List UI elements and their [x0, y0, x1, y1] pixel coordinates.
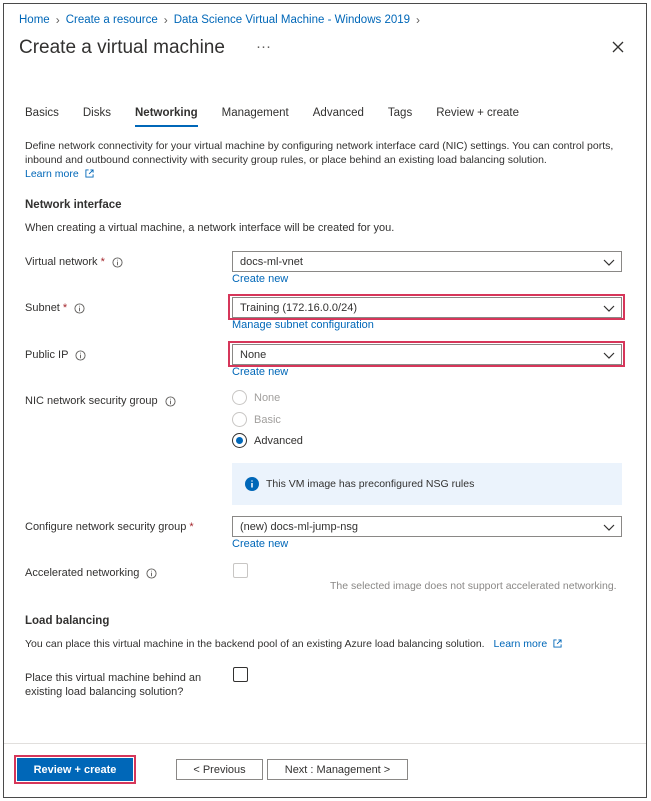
- external-link-icon: [553, 639, 562, 648]
- subnet-select[interactable]: Training (172.16.0.0/24): [232, 297, 622, 318]
- place-behind-lb-checkbox[interactable]: [233, 667, 248, 682]
- learn-more-link[interactable]: Learn more: [25, 168, 79, 180]
- tab-tags[interactable]: Tags: [388, 107, 412, 127]
- radio-button: [232, 412, 247, 427]
- close-icon[interactable]: [610, 39, 626, 55]
- tab-basics[interactable]: Basics: [25, 107, 59, 127]
- info-filled-icon: [245, 477, 259, 491]
- accelerated-networking-checkbox[interactable]: [233, 563, 248, 578]
- nsg-radio-advanced-label: Advanced: [254, 434, 303, 447]
- configure-nsg-label: Configure network security group *: [25, 521, 194, 533]
- radio-button: [232, 390, 247, 405]
- public-ip-label-text: Public IP: [25, 349, 69, 361]
- info-icon[interactable]: [74, 302, 85, 314]
- tab-networking[interactable]: Networking: [135, 107, 198, 127]
- public-ip-label: Public IP: [25, 349, 86, 361]
- required-marker: *: [62, 302, 68, 314]
- breadcrumb-home[interactable]: Home: [19, 14, 50, 26]
- breadcrumb: Home › Create a resource › Data Science …: [19, 13, 426, 27]
- accelerated-networking-note: The selected image does not support acce…: [330, 580, 617, 592]
- review-create-button[interactable]: Review + create: [17, 758, 133, 781]
- load-balancing-heading: Load balancing: [25, 615, 110, 627]
- load-balancing-intro-text: You can place this virtual machine in th…: [25, 638, 485, 650]
- breadcrumb-create-resource[interactable]: Create a resource: [66, 14, 158, 26]
- virtual-network-select[interactable]: docs-ml-vnet: [232, 251, 622, 272]
- chevron-right-icon: ›: [416, 13, 421, 27]
- chevron-down-icon: [603, 524, 615, 531]
- public-ip-create-new[interactable]: Create new: [232, 366, 288, 378]
- place-behind-lb-line-1: Place this virtual machine behind an: [25, 672, 202, 684]
- manage-subnet-link[interactable]: Manage subnet configuration: [232, 319, 374, 331]
- nsg-radio-none-label: None: [254, 391, 281, 404]
- info-icon[interactable]: [165, 395, 176, 407]
- load-balancing-learn-more-link[interactable]: Learn more: [494, 638, 548, 650]
- chevron-down-icon: [603, 305, 615, 312]
- chevron-down-icon: [603, 259, 615, 266]
- more-options-icon[interactable]: ···: [256, 38, 271, 55]
- info-icon[interactable]: [75, 349, 86, 361]
- tab-advanced[interactable]: Advanced: [313, 107, 364, 127]
- load-balancing-intro: You can place this virtual machine in th…: [25, 638, 562, 650]
- tab-bar: Basics Disks Networking Management Advan…: [25, 107, 543, 127]
- required-marker: *: [100, 256, 105, 268]
- next-management-button[interactable]: Next : Management >: [267, 759, 408, 780]
- nic-nsg-label-text: NIC network security group: [25, 395, 158, 407]
- nic-nsg-label: NIC network security group: [25, 395, 176, 407]
- footer-divider: [4, 743, 646, 744]
- info-icon[interactable]: [112, 256, 123, 268]
- tab-disks[interactable]: Disks: [83, 107, 111, 127]
- tab-review-create[interactable]: Review + create: [436, 107, 519, 127]
- radio-button: [232, 433, 247, 448]
- chevron-right-icon: ›: [55, 13, 60, 27]
- breadcrumb-dsvm[interactable]: Data Science Virtual Machine - Windows 2…: [174, 14, 410, 26]
- chevron-right-icon: ›: [163, 13, 168, 27]
- public-ip-value: None: [240, 348, 267, 361]
- description-text: Define network connectivity for your vir…: [25, 140, 614, 166]
- public-ip-select[interactable]: None: [232, 344, 622, 365]
- subnet-label-text: Subnet: [25, 302, 60, 314]
- virtual-network-create-new[interactable]: Create new: [232, 273, 288, 285]
- configure-nsg-value: (new) docs-ml-jump-nsg: [240, 520, 358, 533]
- accelerated-networking-label: Accelerated networking: [25, 567, 157, 579]
- page-title: Create a virtual machine: [19, 37, 225, 58]
- nsg-info-text: This VM image has preconfigured NSG rule…: [266, 478, 475, 490]
- subnet-value: Training (172.16.0.0/24): [240, 301, 357, 314]
- virtual-network-label-text: Virtual network: [25, 256, 98, 268]
- chevron-down-icon: [603, 352, 615, 359]
- external-link-icon: [85, 169, 94, 178]
- place-behind-lb-line-2: existing load balancing solution?: [25, 686, 184, 698]
- network-interface-intro: When creating a virtual machine, a netwo…: [25, 222, 395, 234]
- nsg-radio-none[interactable]: None: [232, 390, 280, 405]
- place-behind-lb-label: Place this virtual machine behind an exi…: [25, 671, 201, 699]
- nsg-radio-basic[interactable]: Basic: [232, 412, 281, 427]
- nsg-radio-advanced[interactable]: Advanced: [232, 433, 303, 448]
- previous-button[interactable]: < Previous: [176, 759, 263, 780]
- accelerated-networking-label-text: Accelerated networking: [25, 567, 140, 579]
- subnet-label: Subnet *: [25, 302, 85, 314]
- info-icon[interactable]: [146, 567, 157, 579]
- required-marker: *: [189, 521, 194, 533]
- configure-nsg-create-new[interactable]: Create new: [232, 538, 288, 550]
- nsg-radio-basic-label: Basic: [254, 413, 281, 426]
- tab-management[interactable]: Management: [222, 107, 289, 127]
- network-interface-heading: Network interface: [25, 199, 122, 211]
- virtual-network-label: Virtual network *: [25, 256, 123, 268]
- networking-description: Define network connectivity for your vir…: [25, 139, 625, 181]
- virtual-network-value: docs-ml-vnet: [240, 255, 303, 268]
- configure-nsg-select[interactable]: (new) docs-ml-jump-nsg: [232, 516, 622, 537]
- configure-nsg-label-text: Configure network security group: [25, 521, 187, 533]
- nsg-info-banner: This VM image has preconfigured NSG rule…: [232, 463, 622, 505]
